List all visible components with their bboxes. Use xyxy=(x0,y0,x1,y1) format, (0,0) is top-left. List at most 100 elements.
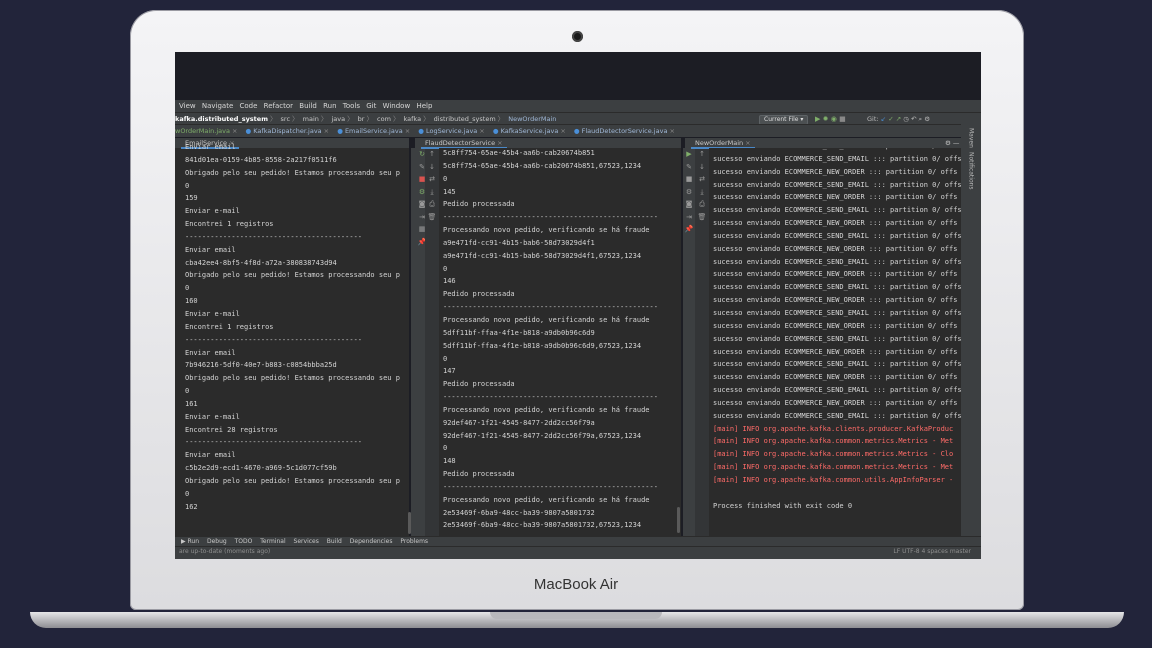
console-line: 0 xyxy=(185,387,190,396)
menu-code[interactable]: Code xyxy=(240,102,258,110)
console-line: c5b2e2d9-ecd1-4670-a969-5c1d077cf59b xyxy=(185,464,337,473)
console-line: Enviar e-mail xyxy=(185,207,240,216)
crumb-com[interactable]: com xyxy=(377,115,391,123)
screen: View Navigate Code Refactor Build Run To… xyxy=(175,52,981,559)
console-line: 5dff11bf-ffaa-4f1e-b818-a9db0b96c6d9,675… xyxy=(443,341,642,350)
tool-build[interactable]: Build xyxy=(327,538,342,545)
crumb-java[interactable]: java xyxy=(331,115,345,123)
debug-icon[interactable]: ✹ xyxy=(823,115,829,123)
crumb-project[interactable]: kafka.distributed_system xyxy=(175,115,268,123)
email-console-output[interactable]: Enviar email 841d01ea-0159-4b85-8558-2a21… xyxy=(175,141,409,513)
console-line: sucesso enviando ECOMMERCE_SEND_EMAIL ::… xyxy=(713,386,961,395)
crumb-kafka[interactable]: kafka xyxy=(404,115,422,123)
console-line: Processando novo pedido, verificando se … xyxy=(443,315,650,324)
console-line: sucesso enviando ECOMMERCE_NEW_ORDER :::… xyxy=(713,270,958,279)
console-line: Obrigado pelo seu pedido! Estamos proces… xyxy=(185,168,400,177)
tab-kafka-service[interactable]: ● KafkaService.java × xyxy=(493,127,566,135)
tab-kafka-dispatcher[interactable]: ● KafkaDispatcher.java × xyxy=(246,127,330,135)
console-line: 0 xyxy=(443,174,448,183)
console-line: sucesso enviando ECOMMERCE_SEND_EMAIL ::… xyxy=(713,206,961,215)
tool-dependencies[interactable]: Dependencies xyxy=(350,538,393,545)
git-push-icon[interactable]: ↗ xyxy=(896,115,901,123)
menu-navigate[interactable]: Navigate xyxy=(202,102,233,110)
tab-neworder[interactable]: wOrderMain.java × xyxy=(175,127,237,135)
console-line: sucesso enviando ECOMMERCE_SEND_EMAIL ::… xyxy=(713,257,961,266)
console-line: 160 xyxy=(185,297,198,306)
console-line: 147 xyxy=(443,367,456,376)
menu-tools[interactable]: Tools xyxy=(343,102,360,110)
menu-git[interactable]: Git xyxy=(366,102,376,110)
crumb-distributed-system[interactable]: distributed_system xyxy=(434,115,496,123)
console-line: 0 xyxy=(185,489,190,498)
crumb-main[interactable]: main xyxy=(303,115,319,123)
console-line: Pedido processada xyxy=(443,470,515,479)
console-line: Pedido processada xyxy=(443,380,515,389)
coverage-icon[interactable]: ◉ xyxy=(831,115,837,123)
console-line: sucesso enviando ECOMMERCE_NEW_ORDER :::… xyxy=(713,244,958,253)
tool-run[interactable]: ▶ Run xyxy=(181,538,199,545)
fraud-console-area: 5c8ff754-65ae-45b4-aa6b-cab20674b851 5c8f… xyxy=(439,148,681,536)
console-line: sucesso enviando ECOMMERCE_NEW_ORDER :::… xyxy=(713,219,958,228)
fraud-console-output[interactable]: 5c8ff754-65ae-45b4-aa6b-cab20674b851 5c8f… xyxy=(439,148,681,532)
tool-debug[interactable]: Debug xyxy=(207,538,227,545)
console-line: Processando novo pedido, verificando se … xyxy=(443,226,650,235)
console-line: Process finished with exit code 0 xyxy=(713,501,853,510)
console-line: 146 xyxy=(443,277,456,286)
console-line: Enviar e-mail xyxy=(185,412,240,421)
menu-build[interactable]: Build xyxy=(299,102,317,110)
tool-terminal[interactable]: Terminal xyxy=(260,538,285,545)
fraud-panel-header: FlaudDetectorService × xyxy=(415,138,681,149)
console-line: sucesso enviando ECOMMERCE_NEW_ORDER :::… xyxy=(713,398,958,407)
neworder-console-output[interactable]: sucesso enviando ECOMMERCE_NEW_ORDER :::… xyxy=(709,148,961,512)
stop-icon[interactable]: ■ xyxy=(839,115,846,123)
tab-email-service[interactable]: ● EmailService.java × xyxy=(337,127,410,135)
git-commit-icon[interactable]: ✓ xyxy=(888,115,893,123)
screen-bezel-area xyxy=(175,52,981,100)
menu-window[interactable]: Window xyxy=(383,102,411,110)
console-line: [main] INFO org.apache.kafka.common.util… xyxy=(713,475,954,484)
console-line: sucesso enviando ECOMMERCE_SEND_EMAIL ::… xyxy=(713,360,961,369)
console-line: 5dff11bf-ffaa-4f1e-b818-a9db0b96c6d9 xyxy=(443,328,595,337)
right-tool-strip: Maven Notifications xyxy=(961,124,981,536)
tool-services[interactable]: Services xyxy=(294,538,319,545)
console-line: Enviar email xyxy=(185,143,236,151)
menu-help[interactable]: Help xyxy=(416,102,432,110)
menu-refactor[interactable]: Refactor xyxy=(264,102,293,110)
console-line: 0 xyxy=(185,181,190,190)
settings-icon[interactable]: ⚙ xyxy=(924,115,930,123)
tab-fraud-detector[interactable]: ● FlaudDetectorService.java × xyxy=(574,127,675,135)
device-brand: MacBook Air xyxy=(533,576,619,593)
console-line: ----------------------------------------… xyxy=(443,482,658,491)
crumb-br[interactable]: br xyxy=(358,115,365,123)
git-update-icon[interactable]: ↙ xyxy=(881,115,886,123)
notifications-tool[interactable]: Notifications xyxy=(968,152,975,190)
console-line: 161 xyxy=(185,399,198,408)
console-line: 0 xyxy=(443,444,448,453)
console-line: 148 xyxy=(443,457,456,466)
panel-settings-icon[interactable]: ⚙ — xyxy=(945,138,959,148)
history-icon[interactable]: ◷ xyxy=(903,115,909,123)
crumb-src[interactable]: src xyxy=(281,115,291,123)
search-icon[interactable]: ⌕ xyxy=(919,115,923,123)
tab-log-service[interactable]: ● LogService.java × xyxy=(418,127,485,135)
console-line: [main] INFO org.apache.kafka.common.metr… xyxy=(713,437,954,446)
menu-view[interactable]: View xyxy=(179,102,196,110)
console-line: Encontrei 28 registros xyxy=(185,425,278,434)
maven-tool[interactable]: Maven xyxy=(968,128,975,148)
console-line: Pedido processada xyxy=(443,290,515,299)
status-right[interactable]: LF UTF-8 4 spaces master xyxy=(893,547,971,556)
rollback-icon[interactable]: ↶ xyxy=(911,115,916,123)
status-bar: are up-to-date (moments ago) LF UTF-8 4 … xyxy=(175,546,981,559)
console-line: Encontrei 1 registros xyxy=(185,322,274,331)
tool-todo[interactable]: TODO xyxy=(235,538,253,545)
crumb-neworder[interactable]: NewOrderMain xyxy=(508,115,556,123)
fraud-scrollbar[interactable] xyxy=(677,507,680,533)
console-line: sucesso enviando ECOMMERCE_SEND_EMAIL ::… xyxy=(713,283,961,292)
run-icon[interactable]: ▶ xyxy=(815,115,820,123)
tool-problems[interactable]: Problems xyxy=(400,538,428,545)
menu-run[interactable]: Run xyxy=(323,102,336,110)
console-line: Obrigado pelo seu pedido! Estamos proces… xyxy=(185,476,400,485)
console-line: 0 xyxy=(185,284,190,293)
console-line: sucesso enviando ECOMMERCE_SEND_EMAIL ::… xyxy=(713,154,961,163)
console-line: Processando novo pedido, verificando se … xyxy=(443,405,650,414)
